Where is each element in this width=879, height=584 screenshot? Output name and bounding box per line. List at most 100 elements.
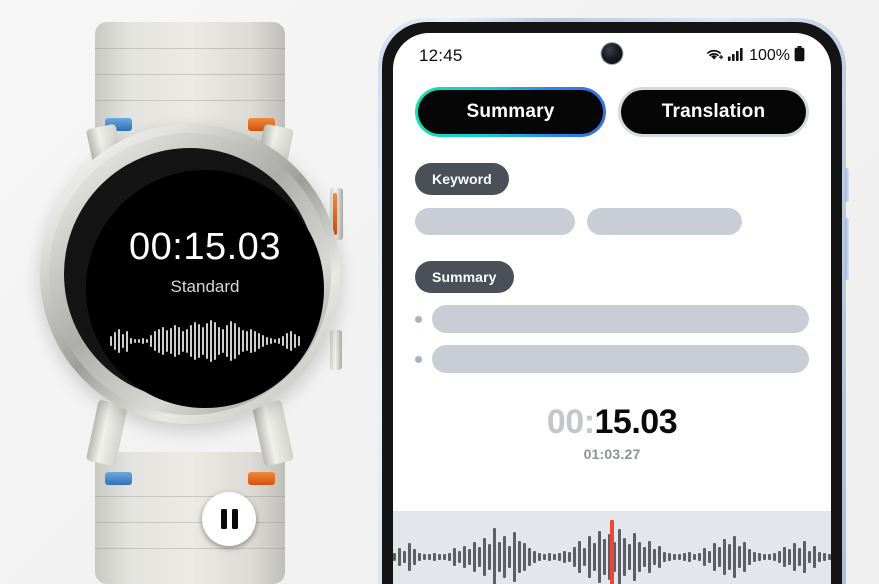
- battery-percentage: 100%: [749, 47, 790, 64]
- waveform-bar: [488, 544, 491, 570]
- waveform-bar: [793, 543, 796, 571]
- phone-screen: 12:45 100% Summary Translation Keyword S…: [393, 33, 831, 584]
- summary-bullet-1: [415, 305, 809, 333]
- waveform-bar: [763, 553, 766, 561]
- waveform-bar: [174, 324, 176, 358]
- summary-placeholder-2: [432, 345, 809, 373]
- watch-band-bottom: [95, 452, 285, 584]
- waveform-bar: [114, 332, 116, 350]
- waveform-bar: [813, 545, 816, 569]
- watch-screen[interactable]: 00:15.03 Standard: [86, 170, 324, 408]
- waveform-bar: [638, 541, 641, 573]
- waveform-bar: [274, 338, 276, 344]
- watch-bottom-button[interactable]: [330, 330, 342, 370]
- waveform-bar: [548, 553, 551, 561]
- waveform-bar: [478, 546, 481, 568]
- keyword-section: Keyword: [415, 163, 809, 235]
- waveform-bar: [588, 535, 591, 579]
- front-camera-icon: [601, 43, 623, 64]
- tab-translation[interactable]: Translation: [618, 87, 809, 137]
- waveform-bar: [483, 538, 486, 576]
- waveform-bar: [294, 334, 296, 348]
- waveform-bar: [146, 338, 148, 344]
- waveform-bar: [748, 549, 751, 565]
- band-accent-blue-bottom: [105, 472, 132, 485]
- waveform-bar: [818, 551, 821, 563]
- keyword-placeholder-2: [587, 208, 742, 235]
- summary-placeholder-1: [432, 305, 809, 333]
- waveform-bar: [162, 326, 164, 356]
- waveform-bar: [703, 548, 706, 566]
- watch-bezel: 00:15.03 Standard: [49, 133, 331, 415]
- waveform-bar: [823, 553, 826, 561]
- waveform-bar: [122, 334, 124, 348]
- waveform-bar: [234, 322, 236, 360]
- waveform-bar: [693, 553, 696, 561]
- playhead-indicator[interactable]: [610, 520, 614, 584]
- waveform-bar: [663, 551, 666, 563]
- waveform-bar: [568, 551, 571, 563]
- waveform-bar: [788, 549, 791, 565]
- waveform-bar: [698, 552, 701, 562]
- waveform-bar: [258, 333, 260, 349]
- waveform-bar: [508, 545, 511, 569]
- waveform-bar: [166, 329, 168, 353]
- waveform-bar: [246, 331, 248, 351]
- waveform-bar: [633, 533, 636, 581]
- waveform-bar: [210, 320, 212, 362]
- waveform-bar: [723, 539, 726, 575]
- waveform-bar: [278, 338, 280, 344]
- watch-waveform: [110, 319, 300, 363]
- waveform-bar: [768, 554, 771, 560]
- waveform-bar: [543, 553, 546, 561]
- waveform-bar: [658, 545, 661, 569]
- waveform-bar: [578, 540, 581, 574]
- audio-waveform[interactable]: [393, 520, 831, 584]
- phone-side-key-lower[interactable]: [845, 218, 849, 280]
- waveform-bar: [498, 541, 501, 573]
- phone-bezel: 12:45 100% Summary Translation Keyword S…: [382, 22, 842, 584]
- watch-timer-value: 00:15.03: [129, 226, 281, 268]
- waveform-bar: [403, 551, 406, 563]
- status-bar: 12:45 100%: [393, 33, 831, 79]
- waveform-bar: [158, 328, 160, 354]
- waveform-bar: [282, 336, 284, 346]
- waveform-bar: [553, 554, 556, 560]
- waveform-bar: [298, 336, 300, 346]
- waveform-bar: [518, 540, 521, 574]
- waveform-bar: [453, 548, 456, 566]
- waveform-bar: [538, 552, 541, 562]
- watch-pause-button[interactable]: [202, 492, 256, 546]
- waveform-bar: [418, 552, 421, 562]
- phone-side-key-upper[interactable]: [845, 168, 849, 202]
- waveform-bar: [798, 548, 801, 566]
- waveform-bar: [142, 338, 144, 344]
- waveform-panel[interactable]: [393, 511, 831, 584]
- waveform-bar: [433, 553, 436, 561]
- waveform-bar: [194, 321, 196, 361]
- waveform-bar: [222, 328, 224, 354]
- waveform-bar: [218, 326, 220, 356]
- waveform-bar: [668, 553, 671, 561]
- tab-summary[interactable]: Summary: [415, 87, 606, 137]
- waveform-bar: [648, 540, 651, 574]
- waveform-bar: [398, 548, 401, 566]
- waveform-bar: [130, 338, 132, 344]
- recording-timer: 00:15.03 01:03.27: [415, 403, 809, 462]
- status-indicators: 100%: [705, 45, 805, 67]
- waveform-bar: [134, 338, 136, 344]
- battery-full-icon: [794, 45, 805, 67]
- waveform-bar: [473, 541, 476, 573]
- waveform-bar: [262, 335, 264, 347]
- waveform-bar: [803, 540, 806, 574]
- waveform-bar: [170, 327, 172, 355]
- waveform-bar: [773, 553, 776, 561]
- waveform-bar: [238, 326, 240, 356]
- waveform-bar: [583, 548, 586, 566]
- waveform-bar: [198, 323, 200, 359]
- waveform-bar: [733, 535, 736, 579]
- timer-elapsed-dim: 00:: [546, 403, 595, 441]
- waveform-bar: [528, 548, 531, 566]
- waveform-bar: [558, 553, 561, 561]
- waveform-bar: [753, 551, 756, 563]
